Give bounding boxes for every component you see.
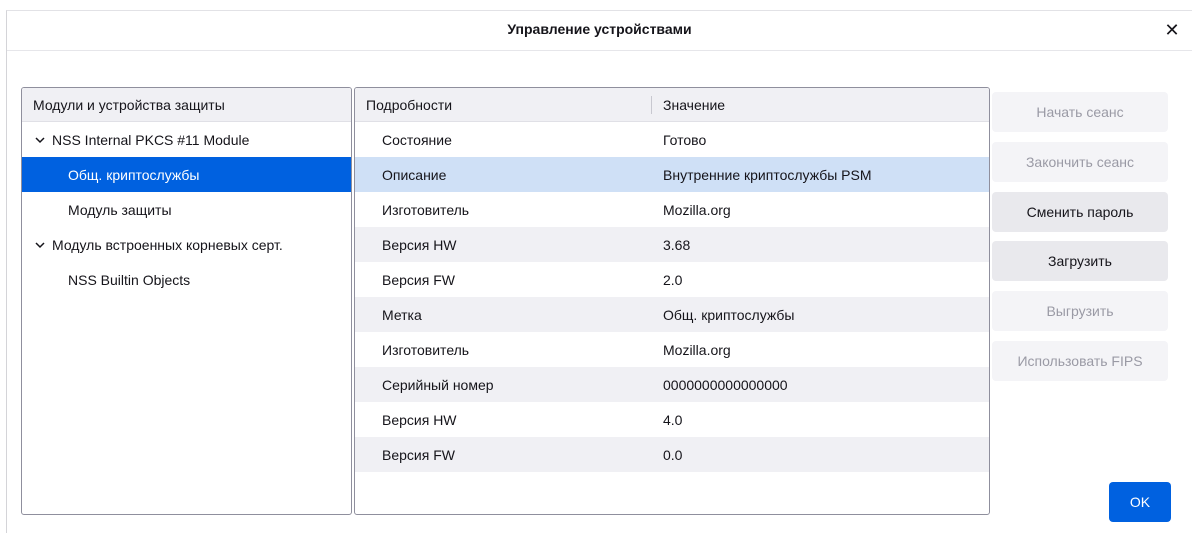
detail-value: Общ. криптослужбы [663, 306, 795, 323]
table-row[interactable]: Версия HW 4.0 [355, 402, 989, 437]
tree-item-label: Общ. криптослужбы [68, 166, 200, 183]
details-table[interactable]: Подробности Значение Состояние Готово Опис… [354, 87, 990, 515]
detail-key: Состояние [382, 131, 452, 148]
details-table-header: Подробности Значение [355, 88, 989, 122]
detail-value: 2.0 [663, 271, 683, 288]
detail-key: Изготовитель [382, 201, 470, 218]
tree-item[interactable]: Модуль защиты [22, 192, 351, 227]
detail-value: Mozilla.org [663, 201, 731, 218]
detail-value: Mozilla.org [663, 341, 731, 358]
detail-value: 0.0 [663, 446, 683, 463]
tree-item[interactable]: Общ. криптослужбы [22, 157, 351, 192]
titlebar: Управление устройствами ✕ [7, 11, 1192, 51]
detail-key: Серийный номер [382, 376, 494, 393]
table-row[interactable]: Изготовитель Mozilla.org [355, 192, 989, 227]
detail-value: 3.68 [663, 236, 691, 253]
tree-item-label: Модуль защиты [68, 201, 172, 218]
table-row[interactable]: Состояние Готово [355, 122, 989, 157]
detail-key: Версия FW [382, 446, 455, 463]
close-icon[interactable]: ✕ [1162, 19, 1182, 41]
table-row[interactable]: Серийный номер 0000000000000000 [355, 367, 989, 402]
load-button[interactable]: Загрузить [992, 241, 1168, 281]
tree-column-header[interactable]: Модули и устройства защиты [22, 88, 351, 122]
detail-key: Версия FW [382, 271, 455, 288]
detail-value: 4.0 [663, 411, 683, 428]
table-row[interactable]: Описание Внутренние криптослужбы PSM [355, 157, 989, 192]
detail-key: Описание [382, 166, 447, 183]
ok-button[interactable]: OK [1109, 482, 1171, 522]
detail-value: 0000000000000000 [663, 376, 788, 393]
table-row[interactable]: Версия HW 3.68 [355, 227, 989, 262]
tree-item-label: NSS Internal PKCS #11 Module [52, 131, 250, 148]
detail-key: Версия HW [382, 236, 457, 253]
detail-key: Метка [382, 306, 422, 323]
device-manager-dialog: Управление устройствами ✕ Модули и устро… [6, 10, 1192, 533]
detail-value: Внутренние криптослужбы PSM [663, 166, 872, 183]
detail-key: Изготовитель [382, 341, 470, 358]
end-session-button[interactable]: Закончить сеанс [992, 142, 1168, 182]
change-password-button[interactable]: Сменить пароль [992, 192, 1168, 232]
table-row[interactable]: Версия FW 0.0 [355, 437, 989, 472]
chevron-down-icon[interactable] [32, 132, 48, 148]
tree-body: NSS Internal PKCS #11 Module Общ. криптос… [22, 122, 351, 297]
table-row[interactable]: Метка Общ. криптослужбы [355, 297, 989, 332]
details-body: Состояние Готово Описание Внутренние крипто… [355, 122, 989, 472]
unload-button[interactable]: Выгрузить [992, 291, 1168, 331]
column-header-details[interactable]: Подробности [355, 88, 652, 121]
use-fips-button[interactable]: Использовать FIPS [992, 341, 1168, 381]
table-row[interactable]: Версия FW 2.0 [355, 262, 989, 297]
table-row[interactable]: Изготовитель Mozilla.org [355, 332, 989, 367]
column-header-value[interactable]: Значение [652, 88, 989, 121]
tree-item-label: Модуль встроенных корневых серт. [52, 236, 283, 253]
start-session-button[interactable]: Начать сеанс [992, 92, 1168, 132]
tree-item-label: NSS Builtin Objects [68, 271, 191, 288]
detail-key: Версия HW [382, 411, 457, 428]
modules-tree[interactable]: Модули и устройства защиты NSS Internal … [21, 87, 352, 515]
chevron-down-icon[interactable] [32, 237, 48, 253]
detail-value: Готово [663, 131, 707, 148]
tree-item[interactable]: NSS Internal PKCS #11 Module [22, 122, 351, 157]
dialog-title: Управление устройствами [507, 21, 692, 37]
tree-item[interactable]: NSS Builtin Objects [22, 262, 351, 297]
tree-item[interactable]: Модуль встроенных корневых серт. [22, 227, 351, 262]
